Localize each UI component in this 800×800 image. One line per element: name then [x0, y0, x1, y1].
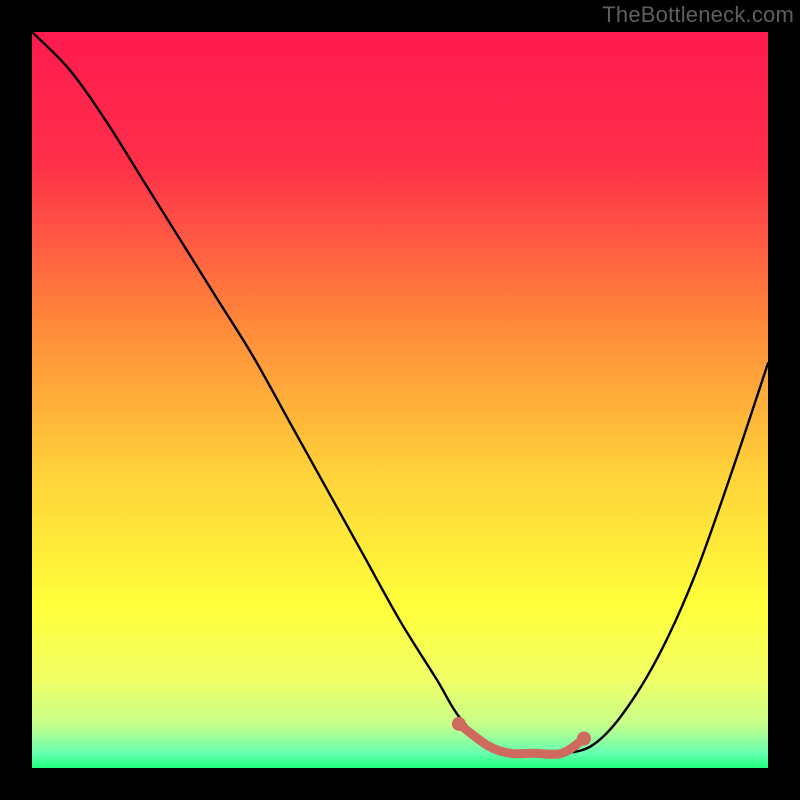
bottleneck-chart [32, 32, 768, 768]
chart-frame: TheBottleneck.com [0, 0, 800, 800]
optimal-start-dot [452, 717, 466, 731]
optimal-end-dot [577, 732, 591, 746]
watermark-text: TheBottleneck.com [602, 2, 794, 28]
plot-area [32, 32, 768, 768]
